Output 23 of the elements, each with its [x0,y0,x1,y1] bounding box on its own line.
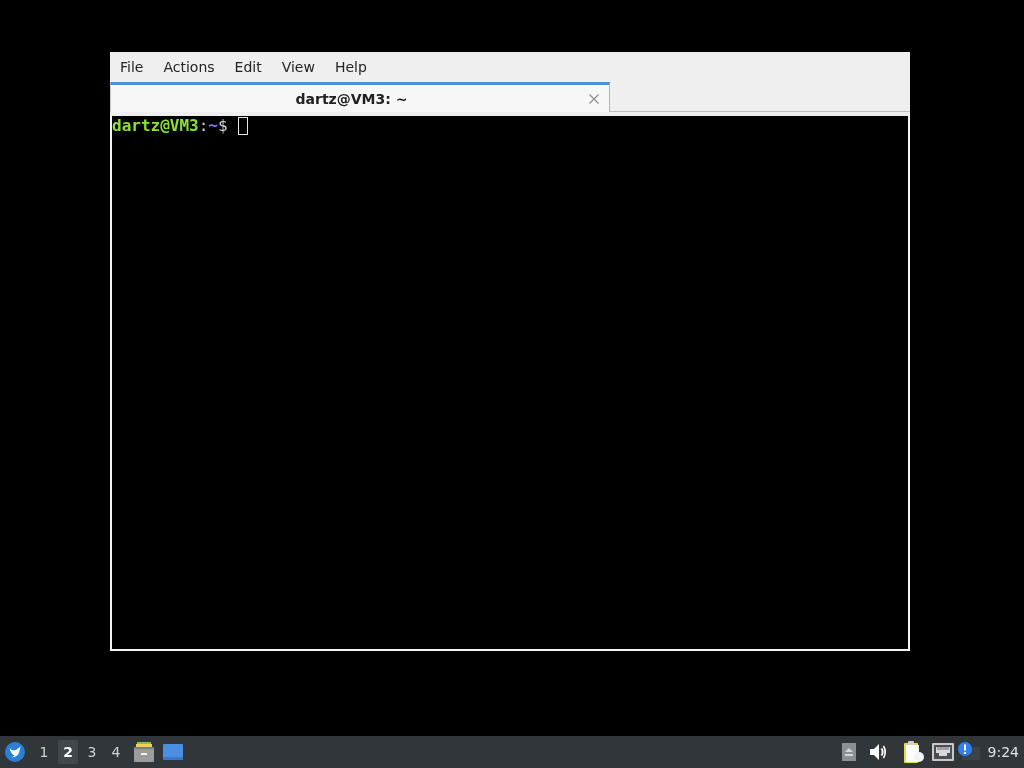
terminal-area[interactable]: dartz@VM3:~$ [110,116,910,651]
eject-icon[interactable] [841,743,856,761]
workspace-button[interactable]: 1 [34,740,54,764]
volume-icon[interactable] [869,744,887,760]
menu-item[interactable]: Edit [224,55,272,79]
menu-item[interactable]: Help [324,55,377,79]
close-tab-button[interactable] [587,91,601,106]
menu-item[interactable]: View [271,55,325,79]
terminal-tab[interactable]: dartz@VM3: ~ [110,82,610,112]
clipboard-icon[interactable] [903,741,924,763]
clock[interactable]: 9:24 [987,744,1019,760]
prompt-text: dartz@VM3:~$ [112,117,228,135]
ethernet-port-icon[interactable] [931,743,954,761]
cursor-icon [237,117,248,135]
workspace-button[interactable]: 2 [58,740,78,764]
workspace-button[interactable]: 4 [106,740,126,764]
notification-icon[interactable] [957,742,980,762]
file-cabinet-icon[interactable] [134,742,154,762]
close-icon [589,93,599,104]
workspace-button[interactable]: 3 [82,740,102,764]
menu-item[interactable]: File [110,55,154,79]
menu-item[interactable]: Actions [153,55,225,79]
bird-logo-icon[interactable] [5,742,25,762]
